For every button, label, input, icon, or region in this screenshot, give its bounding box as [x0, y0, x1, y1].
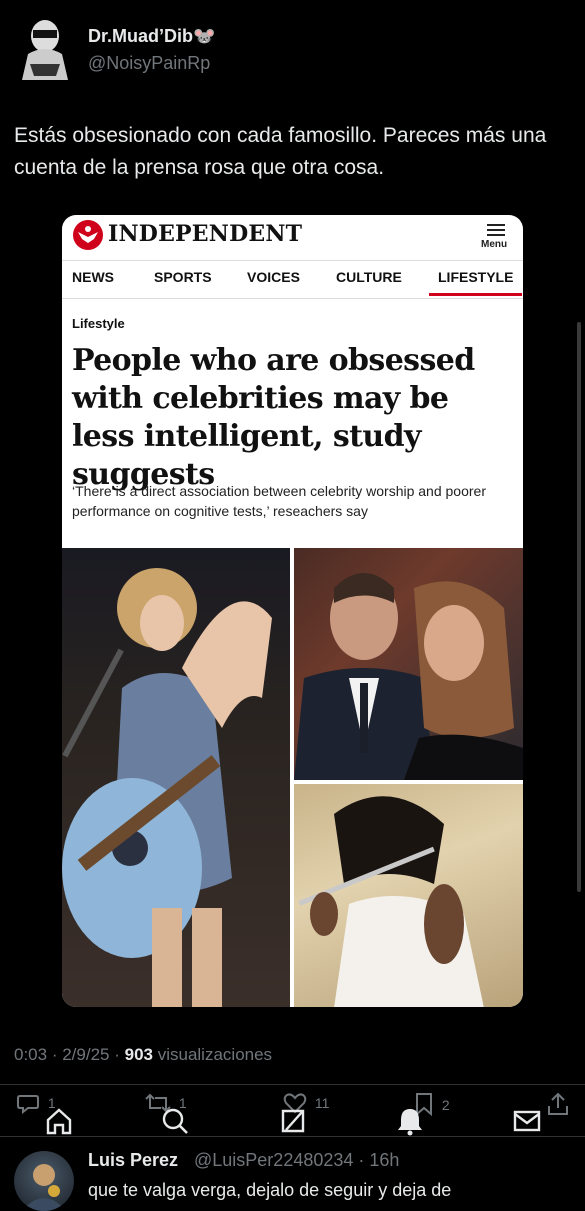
divider	[62, 298, 523, 299]
avatar[interactable]	[14, 1151, 74, 1211]
menu-button[interactable]: Menu	[477, 219, 517, 253]
grok-icon[interactable]	[278, 1106, 308, 1136]
notifications-icon[interactable]	[395, 1106, 425, 1136]
reply-handle-line[interactable]: @LuisPer22480234 · 16h	[194, 1150, 399, 1171]
publication-logo: INDEPENDENT	[108, 221, 303, 247]
nav-voices[interactable]: VOICES	[247, 269, 300, 285]
messages-icon[interactable]	[512, 1106, 542, 1136]
avatar[interactable]	[16, 14, 74, 82]
article-headline: People who are obsessed with celebrities…	[72, 343, 475, 492]
meta-separator: ·	[51, 1045, 63, 1064]
photo-singer-with-guitar	[62, 548, 290, 1007]
divider	[62, 260, 523, 261]
home-icon[interactable]	[44, 1106, 74, 1136]
tweet-time: 0:03	[14, 1045, 48, 1064]
tweet-date: 2/9/25	[62, 1045, 110, 1064]
active-nav-indicator	[429, 293, 522, 296]
nav-lifestyle[interactable]: LIFESTYLE	[438, 269, 513, 285]
views-label: visualizaciones	[157, 1045, 273, 1064]
article-standfirst: ‘There is a direct association between c…	[72, 483, 486, 519]
search-icon[interactable]	[160, 1106, 190, 1136]
divider	[0, 1084, 585, 1085]
reply-display-name[interactable]: Luis Perez	[88, 1150, 178, 1171]
independent-eagle-logo-icon	[72, 219, 104, 251]
reply-handle: @LuisPer22480234	[194, 1150, 354, 1170]
nav-news[interactable]: NEWS	[72, 269, 114, 285]
meta-separator: ·	[114, 1045, 125, 1064]
views-count: 903	[124, 1045, 153, 1064]
display-name[interactable]: Dr.Muad’Dib🐭	[88, 26, 215, 47]
scrollbar[interactable]	[577, 322, 581, 892]
photo-performer-with-flute	[294, 784, 523, 1007]
section-label: Lifestyle	[72, 316, 125, 331]
tweet-media-image[interactable]: INDEPENDENT Menu NEWS SPORTS VOICES CULT…	[62, 215, 523, 1007]
menu-label: Menu	[481, 239, 508, 250]
tweet-text: Estás obsesionado con cada famosillo. Pa…	[14, 124, 547, 179]
reply-item[interactable]: Luis Perez @LuisPer22480234 · 16h que te…	[0, 1136, 585, 1211]
nav-sports[interactable]: SPORTS	[154, 269, 212, 285]
nav-culture[interactable]: CULTURE	[336, 269, 402, 285]
photo-celebrity-couple	[294, 548, 523, 780]
reply-text: que te valga verga, dejalo de seguir y d…	[88, 1180, 452, 1200]
user-handle[interactable]: @NoisyPainRp	[88, 53, 210, 74]
meta-separator: ·	[358, 1150, 370, 1170]
reply-age: 16h	[369, 1150, 400, 1170]
tweet-meta: 0:03 · 2/9/25 · 903 visualizaciones	[14, 1045, 272, 1065]
